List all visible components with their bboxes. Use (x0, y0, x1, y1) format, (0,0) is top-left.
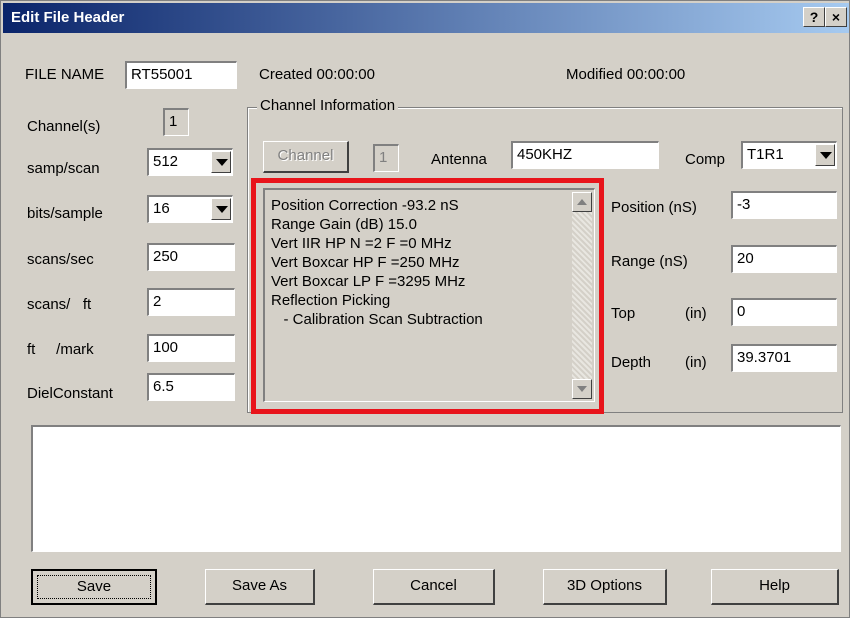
notes-textarea[interactable] (31, 425, 841, 552)
save-button[interactable]: Save (31, 569, 157, 605)
diel-constant-input[interactable]: 6.5 (147, 373, 235, 401)
scans-sec-label: scans/sec (27, 251, 94, 268)
bits-sample-select[interactable]: 16 (147, 195, 233, 223)
chevron-down-icon[interactable] (211, 151, 231, 173)
channel-button[interactable]: Channel (263, 141, 349, 173)
top-input[interactable]: 0 (731, 298, 837, 326)
ft-mark-input[interactable]: 100 (147, 334, 235, 362)
antenna-label: Antenna (431, 151, 487, 168)
depth-unit: (in) (685, 354, 707, 371)
scans-ft-label: scans/ ft (27, 296, 92, 313)
channels-label: Channel(s) (27, 118, 101, 135)
samp-scan-select[interactable]: 512 (147, 148, 233, 176)
title-bar[interactable]: Edit File Header ? × (3, 3, 849, 33)
ft-mark-label: ft /mark (27, 341, 94, 358)
channel-number: 1 (373, 144, 399, 172)
samp-scan-value: 512 (153, 153, 179, 170)
position-label: Position (nS) (611, 199, 697, 216)
help-title-button[interactable]: ? (803, 7, 825, 27)
chevron-down-icon[interactable] (815, 144, 835, 166)
comp-select[interactable]: T1R1 (741, 141, 837, 169)
focus-rect (37, 575, 151, 599)
created-text: Created 00:00:00 (259, 66, 375, 83)
chevron-down-icon[interactable] (211, 198, 231, 220)
highlight-box (251, 178, 604, 414)
modified-text: Modified 00:00:00 (566, 66, 686, 83)
antenna-input[interactable]: 450KHZ (511, 141, 659, 169)
close-button[interactable]: × (825, 7, 847, 27)
3d-options-button[interactable]: 3D Options (543, 569, 667, 605)
bits-sample-value: 16 (153, 200, 170, 217)
edit-file-header-dialog: Edit File Header ? × FILE NAME RT55001 C… (0, 0, 850, 618)
cancel-button[interactable]: Cancel (373, 569, 495, 605)
scans-sec-input[interactable]: 250 (147, 243, 235, 271)
file-name-input[interactable]: RT55001 (125, 61, 237, 89)
channels-value: 1 (163, 108, 189, 136)
scans-ft-input[interactable]: 2 (147, 288, 235, 316)
range-input[interactable]: 20 (731, 245, 837, 273)
depth-input[interactable]: 39.3701 (731, 344, 837, 372)
depth-label: Depth (611, 354, 652, 371)
position-input[interactable]: -3 (731, 191, 837, 219)
range-label: Range (nS) (611, 253, 688, 270)
save-as-button[interactable]: Save As (205, 569, 315, 605)
file-name-label: FILE NAME (25, 66, 105, 83)
comp-label: Comp (685, 151, 726, 168)
top-unit: (in) (685, 305, 707, 322)
comp-value: T1R1 (747, 146, 784, 163)
help-button[interactable]: Help (711, 569, 839, 605)
samp-scan-label: samp/scan (27, 160, 100, 177)
diel-constant-label: DielConstant (27, 385, 113, 402)
bits-sample-label: bits/sample (27, 205, 103, 222)
channel-information-title: Channel Information (257, 97, 399, 114)
top-label: Top (611, 305, 636, 322)
dialog-title: Edit File Header (11, 9, 125, 26)
